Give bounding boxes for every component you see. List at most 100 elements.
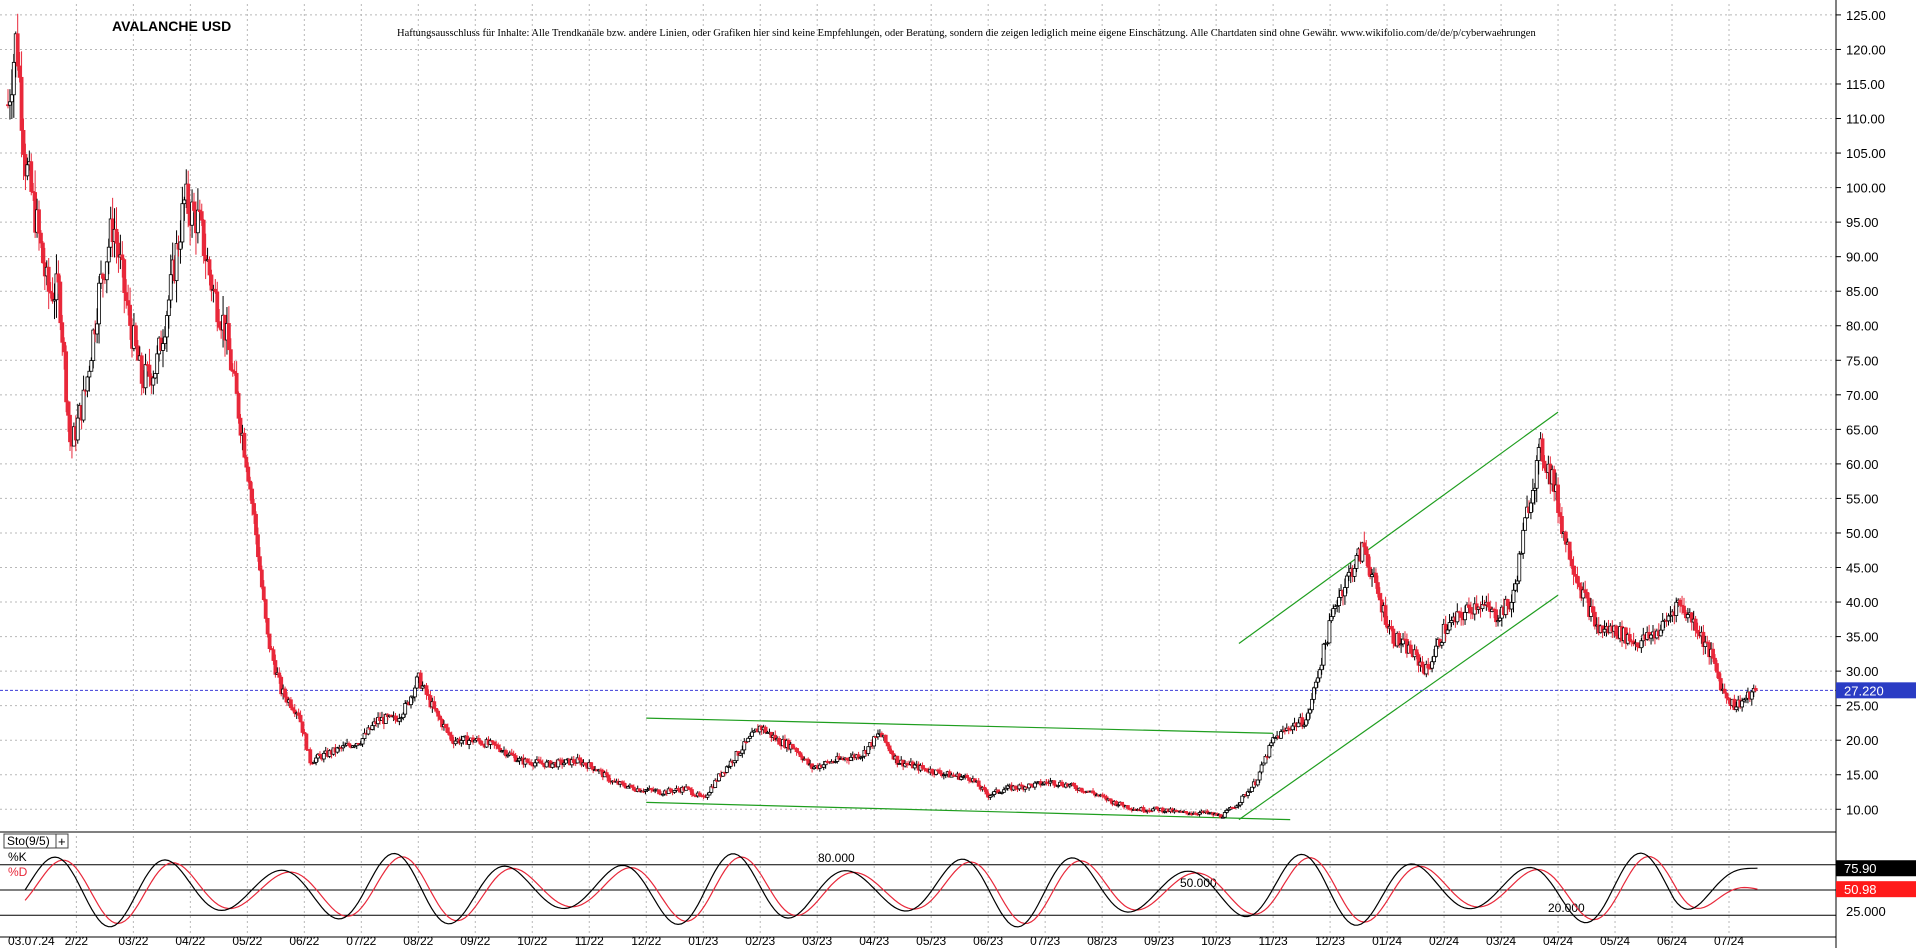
- candle-body: [438, 715, 442, 720]
- candle-body: [39, 232, 43, 244]
- candle-body: [66, 401, 70, 416]
- candle-body: [1269, 742, 1274, 746]
- candle-body: [288, 699, 293, 709]
- candle-body: [1354, 554, 1359, 569]
- x-tick-label: 12/23: [1315, 934, 1345, 948]
- d-label: %D: [8, 865, 28, 879]
- candle-body: [883, 734, 888, 743]
- y-tick-label: 105.00: [1846, 146, 1886, 161]
- candle-body: [298, 714, 303, 723]
- x-tick-label: 08/23: [1087, 934, 1117, 948]
- candle-body: [62, 341, 67, 353]
- x-tick-label: 03/24: [1486, 934, 1516, 948]
- candle-body: [15, 33, 20, 67]
- candle-body: [887, 745, 892, 752]
- candle-body: [1542, 460, 1547, 469]
- candle-body: [1250, 786, 1254, 792]
- candle-body: [967, 777, 971, 781]
- x-tick-label: 07/24: [1714, 934, 1744, 948]
- candle-body: [180, 203, 185, 243]
- candle-body: [393, 715, 398, 721]
- candle-body: [938, 770, 942, 774]
- candle-body: [606, 774, 611, 782]
- candle-body: [155, 353, 160, 374]
- candle-body: [449, 734, 454, 742]
- x-tick-label: 03/22: [118, 934, 148, 948]
- candle-body: [1515, 580, 1520, 585]
- candle-body: [1079, 787, 1084, 792]
- candle-body: [1222, 812, 1227, 818]
- candle-body: [244, 456, 249, 468]
- candle-body: [1715, 663, 1719, 673]
- candle-body: [889, 750, 894, 755]
- y-tick-label: 70.00: [1846, 388, 1879, 403]
- x-tick-label: 10/23: [1201, 934, 1231, 948]
- y-tick-label: 40.00: [1846, 595, 1879, 610]
- candle-body: [443, 723, 448, 729]
- candle-body: [143, 364, 148, 389]
- x-tick-label: 11/22: [575, 934, 604, 948]
- candle-body: [1312, 687, 1316, 700]
- candle-body: [657, 789, 661, 795]
- candle-body: [866, 746, 871, 754]
- candle-body: [930, 768, 935, 774]
- x-tick-label: 08/22: [403, 934, 433, 948]
- candle-body: [182, 199, 187, 205]
- d-value-label: 50.98: [1844, 882, 1877, 897]
- candle-body: [1575, 575, 1580, 584]
- candle-body: [1315, 677, 1320, 683]
- candle-body: [1343, 587, 1347, 597]
- candle-body: [95, 323, 100, 335]
- candle-body: [1718, 678, 1723, 691]
- candle-body: [1536, 447, 1541, 461]
- candle-body: [1255, 779, 1260, 786]
- candle-body: [226, 323, 231, 351]
- x-tick-label: 07/23: [1030, 934, 1060, 948]
- candle-body: [147, 364, 152, 377]
- candle-body: [525, 758, 530, 763]
- candle-body: [1240, 795, 1245, 803]
- candle-body: [1674, 601, 1679, 616]
- candle-body: [254, 513, 258, 536]
- candle-body: [984, 789, 989, 795]
- level-label-20: 20.000: [1548, 901, 1585, 915]
- candle-body: [1695, 629, 1700, 634]
- candle-body: [1540, 438, 1545, 462]
- candle-body: [414, 676, 419, 689]
- candle-body: [1627, 634, 1632, 642]
- x-tick-label: 03.07.24: [8, 934, 55, 948]
- candle-body: [1635, 642, 1640, 648]
- candle-body: [1319, 664, 1324, 671]
- candle-body: [1666, 615, 1671, 622]
- candle-body: [178, 241, 183, 250]
- candle-body: [550, 763, 555, 768]
- candle-body: [798, 752, 803, 757]
- candle-body: [1331, 608, 1336, 617]
- candle-body: [1439, 642, 1444, 646]
- candle-body: [432, 701, 437, 709]
- candle-body: [496, 744, 501, 749]
- candle-body: [261, 586, 266, 601]
- candle-body: [1711, 648, 1715, 659]
- candle-body: [46, 266, 51, 292]
- candle-body: [238, 417, 243, 436]
- candle-body: [1658, 629, 1663, 637]
- candle-body: [1513, 583, 1518, 591]
- candle-body: [304, 733, 309, 750]
- candle-body: [321, 752, 326, 760]
- candle-body: [1052, 780, 1057, 786]
- candle-body: [1505, 599, 1510, 607]
- candle-body: [248, 480, 253, 490]
- candle-body: [920, 765, 925, 769]
- candle-body: [97, 282, 101, 325]
- candle-body: [1571, 565, 1576, 575]
- candle-body: [273, 660, 278, 675]
- candle-body: [91, 329, 96, 361]
- y-tick-label: 110.00: [1846, 112, 1885, 127]
- candle-body: [1383, 605, 1388, 625]
- candle-body: [106, 246, 111, 263]
- candle-body: [259, 569, 264, 588]
- x-tick-label: 06/23: [973, 934, 1003, 948]
- indicator-header[interactable]: Sto(9/5) +: [3, 833, 69, 849]
- y-tick-label: 95.00: [1846, 215, 1879, 230]
